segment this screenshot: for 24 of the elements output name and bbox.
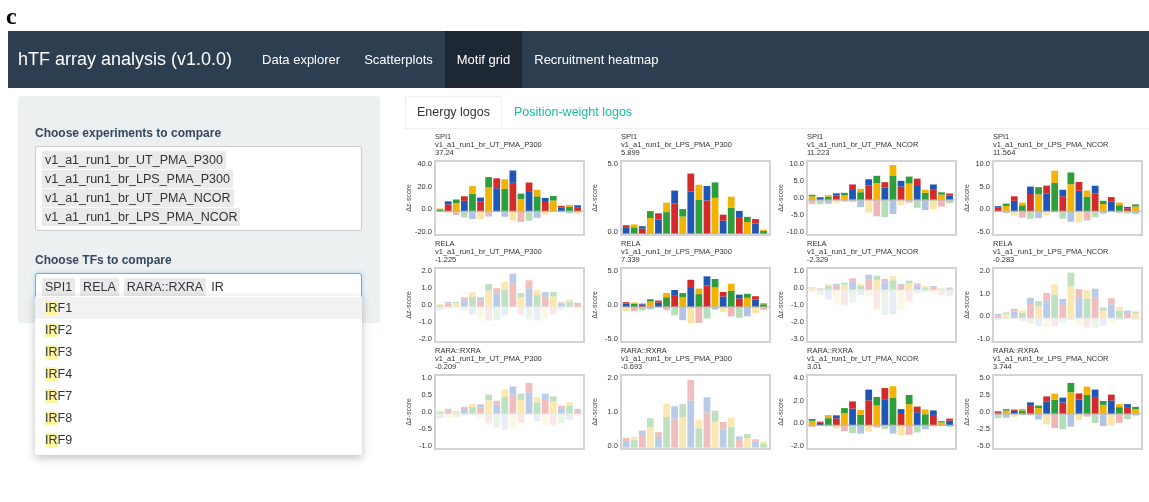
selected-tag[interactable]: RELA — [80, 278, 119, 296]
dropdown-option[interactable]: IRF4 — [35, 363, 362, 385]
dropdown-option[interactable]: IRF8 — [35, 407, 362, 429]
dropdown-option[interactable]: IRF1 — [35, 297, 362, 319]
nav-tab[interactable]: Data explorer — [250, 31, 353, 88]
nav-tab[interactable]: Recruitment heatmap — [522, 31, 671, 88]
experiments-field[interactable]: v1_a1_run1_br_UT_PMA_P300 v1_a1_run1_br_LPS_PMA_P300 v1_a1_run1_br_UT_PMA_NCOR v1_a1_run1_br_LPS_PMA_NCOR — [35, 146, 362, 231]
field-label: Choose TFs to compare — [35, 253, 172, 267]
selected-tag[interactable]: v1_a1_run1_br_LPS_PMA_NCOR — [42, 208, 241, 226]
nav-tab[interactable]: Motif grid — [444, 31, 523, 88]
selected-tag[interactable]: v1_a1_run1_br_LPS_PMA_P300 — [42, 170, 233, 188]
selected-tag[interactable]: v1_a1_run1_br_UT_PMA_NCOR — [42, 189, 234, 207]
app-title: hTF array analysis (v1.0.0) — [17, 48, 234, 71]
nav-tab[interactable]: Scatterplots — [352, 31, 445, 88]
tab[interactable]: Energy logos — [405, 96, 502, 128]
figure-label: c — [5, 2, 17, 31]
dropdown-option[interactable]: IRF2 — [35, 319, 362, 341]
selected-tag[interactable]: RARA::RXRA — [123, 278, 207, 296]
selected-tag[interactable]: SPI1 — [42, 278, 76, 296]
selected-tag[interactable]: v1_a1_run1_br_UT_PMA_P300 — [42, 151, 226, 169]
field-label: Choose experiments to compare — [35, 126, 222, 140]
dropdown-option[interactable]: IRF7 — [35, 385, 362, 407]
dropdown-option[interactable]: IRF9 — [35, 429, 362, 451]
dropdown-option[interactable]: IRF3 — [35, 341, 362, 363]
